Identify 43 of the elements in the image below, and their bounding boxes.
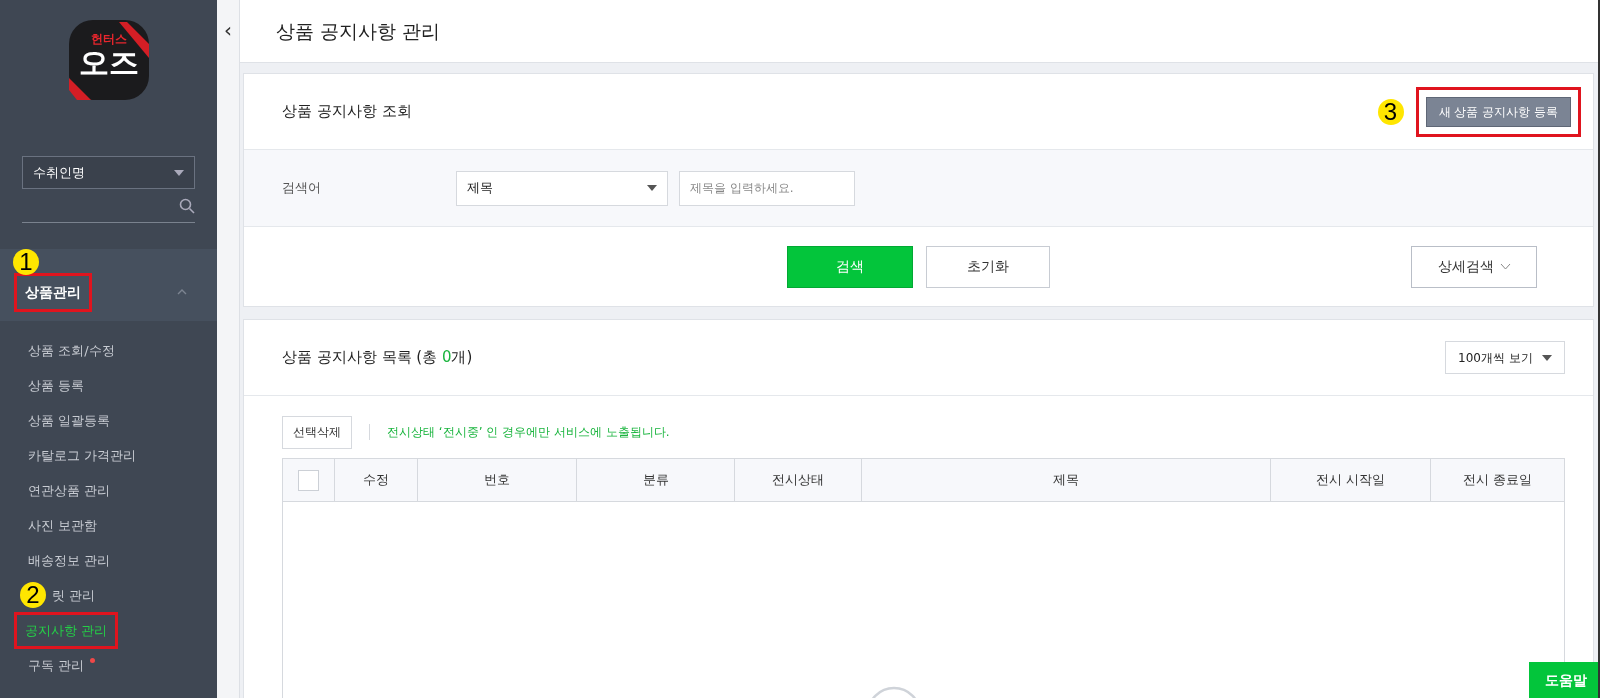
column-header: 제목 (1053, 471, 1079, 490)
sidebar-item[interactable]: 사진 보관함 (28, 515, 98, 536)
sidebar-item[interactable]: 릿 관리 (52, 585, 96, 606)
caret-icon (174, 169, 184, 176)
logo-title: 오즈 (78, 46, 139, 80)
field-label: 검색어 (282, 179, 322, 198)
page-size-select[interactable]: 100개씩 보기 (1445, 341, 1565, 374)
reset-button[interactable]: 초기화 (926, 245, 1050, 288)
delete-selected-button[interactable]: 선택삭제 (282, 415, 352, 449)
column-header: 분류 (642, 471, 669, 490)
sidebar-item[interactable]: 카탈로그 가격관리 (28, 445, 137, 466)
new-notice-button[interactable]: 새 상품 공지사항 등록 (1425, 96, 1571, 127)
sidebar-item[interactable]: 상품 일괄등록 (28, 410, 111, 431)
keyword-input[interactable]: 제목을 입력하세요. (679, 170, 855, 206)
page-title: 상품 공지사항 관리 (276, 18, 441, 44)
callout-number: 3 (1377, 98, 1404, 125)
card-title: 상품 공지사항 목록 (총 0개) (282, 347, 473, 369)
column-header: 번호 (484, 471, 510, 490)
chevron-up-icon (177, 289, 187, 295)
select-all-checkbox[interactable] (298, 469, 319, 491)
detail-search-button[interactable]: 상세검색 (1411, 245, 1537, 288)
sidebar-item[interactable]: 연관상품 관리 (28, 480, 111, 501)
sidebar-item[interactable]: 상품 조회/수정 (28, 340, 115, 361)
logo-subtitle: 헌터스 (90, 32, 127, 46)
sidebar-item[interactable]: 배송정보 관리 (28, 550, 111, 571)
caret-icon (1542, 354, 1552, 361)
callout-number: 2 (20, 582, 46, 608)
menu-section-title: 상품관리 (14, 272, 92, 312)
chevron-down-icon (1499, 263, 1511, 270)
column-header: 전시 시작일 (1315, 471, 1386, 490)
caret-icon (647, 185, 657, 191)
collapse-strip[interactable]: ‹ (217, 0, 240, 698)
sidebar-item[interactable]: 공지사항 관리 (14, 611, 119, 650)
search-type-select[interactable]: 수취인명 (22, 156, 195, 189)
column-header: 수정 (363, 471, 389, 490)
notice-text: 전시상태 ‘전시중’ 인 경우에만 서비스에 노출됩니다. (387, 424, 670, 441)
sidebar-item[interactable]: 상품 등록 (28, 375, 85, 396)
column-header: 전시상태 (772, 471, 824, 490)
sidebar-item[interactable]: 구독 관리 (28, 655, 85, 676)
search-icon[interactable] (179, 197, 195, 214)
column-header: 전시 종료일 (1462, 471, 1533, 490)
keyword-select[interactable]: 제목 (456, 170, 668, 206)
card-title: 상품 공지사항 조회 (282, 101, 412, 123)
